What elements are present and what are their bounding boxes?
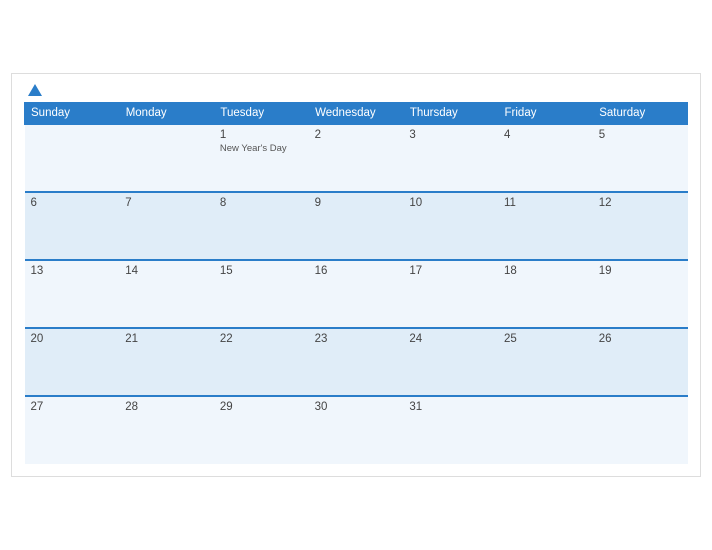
day-number: 4 bbox=[504, 129, 587, 141]
logo-triangle-icon bbox=[28, 84, 42, 96]
calendar-cell: 23 bbox=[309, 328, 404, 396]
calendar-cell: 5 bbox=[593, 124, 688, 192]
calendar-cell: 12 bbox=[593, 192, 688, 260]
calendar-cell: 16 bbox=[309, 260, 404, 328]
calendar-cell: 31 bbox=[403, 396, 498, 464]
day-number: 25 bbox=[504, 333, 587, 345]
day-number: 8 bbox=[220, 197, 303, 209]
day-number: 3 bbox=[409, 129, 492, 141]
calendar-cell: 19 bbox=[593, 260, 688, 328]
calendar-cell: 28 bbox=[119, 396, 214, 464]
day-number: 30 bbox=[315, 401, 398, 413]
calendar-cell bbox=[119, 124, 214, 192]
day-number: 18 bbox=[504, 265, 587, 277]
calendar-cell bbox=[498, 396, 593, 464]
day-number: 2 bbox=[315, 129, 398, 141]
day-number: 31 bbox=[409, 401, 492, 413]
day-number: 20 bbox=[31, 333, 114, 345]
week-row-2: 6789 10 11 12 bbox=[25, 192, 688, 260]
calendar-cell: 15 bbox=[214, 260, 309, 328]
weekday-header-thursday: Thursday bbox=[403, 103, 498, 125]
weekday-header-row: SundayMondayTuesdayWednesdayThursdayFrid… bbox=[25, 103, 688, 125]
holiday-name: New Year's Day bbox=[220, 143, 303, 154]
calendar-cell: 22 bbox=[214, 328, 309, 396]
calendar-cell: 18 bbox=[498, 260, 593, 328]
day-number: 28 bbox=[125, 401, 208, 413]
day-number: 24 bbox=[409, 333, 492, 345]
day-number: 23 bbox=[315, 333, 398, 345]
calendar-cell: 20 bbox=[25, 328, 120, 396]
day-number: 1 bbox=[220, 129, 303, 141]
day-number: 27 bbox=[31, 401, 114, 413]
calendar-cell: 13 bbox=[25, 260, 120, 328]
day-number: 17 bbox=[409, 265, 492, 277]
day-number: 6 bbox=[31, 197, 114, 209]
calendar-cell: 1 New Year's Day bbox=[214, 124, 309, 192]
logo bbox=[24, 84, 42, 96]
calendar-cell: 27 bbox=[25, 396, 120, 464]
day-number: 21 bbox=[125, 333, 208, 345]
calendar-container: SundayMondayTuesdayWednesdayThursdayFrid… bbox=[11, 73, 701, 477]
calendar-cell: 7 bbox=[119, 192, 214, 260]
calendar-cell: 2 bbox=[309, 124, 404, 192]
calendar-cell: 24 bbox=[403, 328, 498, 396]
day-number: 19 bbox=[599, 265, 682, 277]
calendar-cell: 25 bbox=[498, 328, 593, 396]
calendar-cell: 30 bbox=[309, 396, 404, 464]
day-number: 22 bbox=[220, 333, 303, 345]
day-number: 29 bbox=[220, 401, 303, 413]
week-row-1: 1 New Year's Day 2345 bbox=[25, 124, 688, 192]
weekday-header-saturday: Saturday bbox=[593, 103, 688, 125]
logo-blue-text bbox=[24, 84, 42, 96]
day-number: 12 bbox=[599, 197, 682, 209]
weekday-header-tuesday: Tuesday bbox=[214, 103, 309, 125]
day-number: 15 bbox=[220, 265, 303, 277]
calendar-cell: 14 bbox=[119, 260, 214, 328]
day-number: 7 bbox=[125, 197, 208, 209]
calendar-cell: 10 bbox=[403, 192, 498, 260]
calendar-cell: 11 bbox=[498, 192, 593, 260]
week-row-3: 13 14 15 16 17 18 19 bbox=[25, 260, 688, 328]
calendar-cell: 3 bbox=[403, 124, 498, 192]
day-number: 9 bbox=[315, 197, 398, 209]
day-number: 11 bbox=[504, 197, 587, 209]
week-row-4: 20 21 22 23 24 25 26 bbox=[25, 328, 688, 396]
calendar-cell: 6 bbox=[25, 192, 120, 260]
weekday-header-wednesday: Wednesday bbox=[309, 103, 404, 125]
weekday-header-sunday: Sunday bbox=[25, 103, 120, 125]
calendar-cell bbox=[593, 396, 688, 464]
calendar-cell: 26 bbox=[593, 328, 688, 396]
week-row-5: 27 28 29 30 31 bbox=[25, 396, 688, 464]
calendar-cell: 8 bbox=[214, 192, 309, 260]
day-number: 5 bbox=[599, 129, 682, 141]
calendar-cell: 4 bbox=[498, 124, 593, 192]
day-number: 26 bbox=[599, 333, 682, 345]
calendar-cell: 21 bbox=[119, 328, 214, 396]
day-number: 10 bbox=[409, 197, 492, 209]
calendar-table: SundayMondayTuesdayWednesdayThursdayFrid… bbox=[24, 102, 688, 464]
day-number: 14 bbox=[125, 265, 208, 277]
calendar-cell bbox=[25, 124, 120, 192]
weekday-header-friday: Friday bbox=[498, 103, 593, 125]
calendar-header bbox=[24, 84, 688, 96]
calendar-cell: 17 bbox=[403, 260, 498, 328]
weekday-header-monday: Monday bbox=[119, 103, 214, 125]
day-number: 13 bbox=[31, 265, 114, 277]
calendar-cell: 29 bbox=[214, 396, 309, 464]
calendar-cell: 9 bbox=[309, 192, 404, 260]
day-number: 16 bbox=[315, 265, 398, 277]
